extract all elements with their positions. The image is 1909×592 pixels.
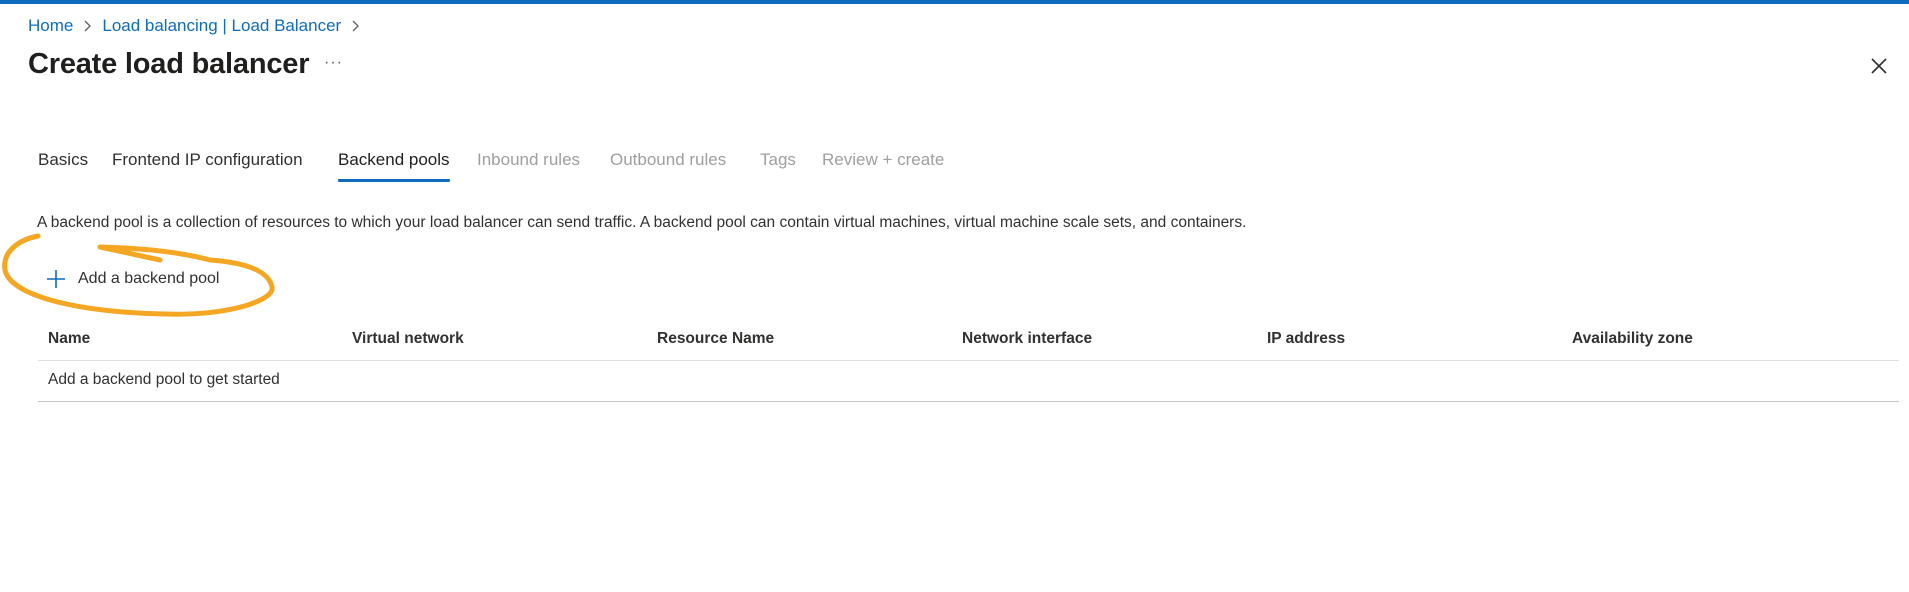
- close-icon: [1871, 58, 1887, 74]
- breadcrumb: Home Load balancing | Load Balancer: [28, 15, 370, 37]
- table-empty-row: Add a backend pool to get started: [38, 361, 1899, 402]
- more-options-button[interactable]: ···: [324, 54, 343, 72]
- backend-pools-table: Name Virtual network Resource Name Netwo…: [38, 322, 1899, 402]
- chevron-right-icon: [83, 20, 92, 32]
- tab-inbound-rules[interactable]: Inbound rules: [477, 148, 580, 182]
- page-title: Create load balancer: [28, 48, 310, 80]
- tab-frontend-ip-configuration[interactable]: Frontend IP configuration: [112, 148, 303, 182]
- tab-review-create[interactable]: Review + create: [822, 148, 944, 182]
- column-header-ip-address: IP address: [1267, 330, 1346, 347]
- table-header-row: Name Virtual network Resource Name Netwo…: [38, 322, 1899, 361]
- close-button[interactable]: [1868, 55, 1890, 77]
- tab-basics[interactable]: Basics: [38, 148, 88, 182]
- backend-pool-description: A backend pool is a collection of resour…: [37, 214, 1247, 231]
- empty-state-message: Add a backend pool to get started: [48, 371, 280, 388]
- column-header-resource-name: Resource Name: [657, 330, 775, 347]
- column-header-availability-zone: Availability zone: [1572, 330, 1693, 347]
- column-header-network-interface: Network interface: [962, 330, 1093, 347]
- breadcrumb-home-link[interactable]: Home: [28, 16, 73, 36]
- column-header-name: Name: [48, 330, 91, 347]
- tab-backend-pools[interactable]: Backend pools: [338, 148, 450, 182]
- add-backend-pool-button[interactable]: Add a backend pool: [46, 266, 219, 292]
- column-header-virtual-network: Virtual network: [352, 330, 464, 347]
- chevron-right-icon: [351, 20, 360, 32]
- ellipsis-icon: ···: [324, 54, 343, 71]
- tab-tags[interactable]: Tags: [760, 148, 796, 182]
- tab-outbound-rules[interactable]: Outbound rules: [610, 148, 726, 182]
- top-accent-bar: [0, 0, 1909, 4]
- add-backend-pool-label: Add a backend pool: [78, 270, 220, 287]
- plus-icon: [47, 270, 65, 288]
- breadcrumb-load-balancing-link[interactable]: Load balancing | Load Balancer: [102, 16, 341, 36]
